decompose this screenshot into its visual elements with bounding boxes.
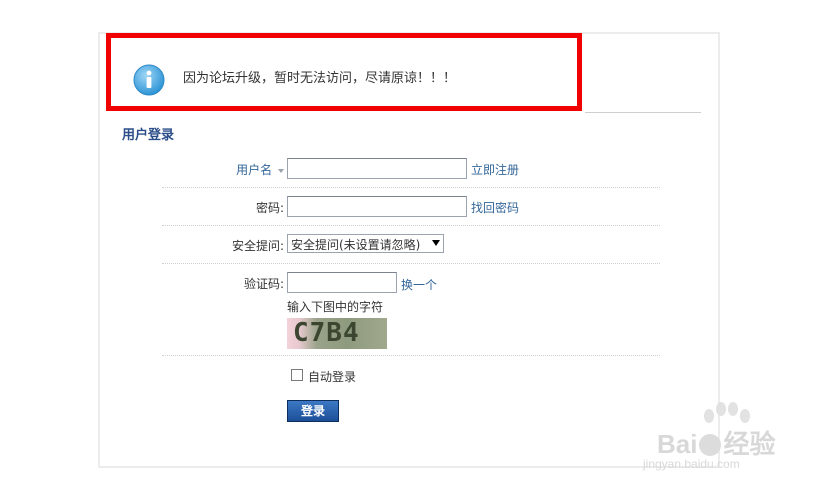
security-question-value: 安全提问(未设置请忽略) [291, 238, 421, 252]
login-button[interactable]: 登录 [287, 400, 339, 422]
chevron-down-icon [278, 168, 284, 173]
watermark-jingyan: 经验 [723, 429, 776, 459]
header-divider [585, 112, 701, 113]
captcha-image[interactable]: C7B4 [287, 318, 387, 349]
watermark-text: Bai 经验 [657, 424, 775, 461]
register-link[interactable]: 立即注册 [471, 161, 519, 178]
section-title: 用户登录 [122, 128, 175, 143]
info-icon [133, 64, 165, 96]
paw-circle-icon [699, 434, 722, 456]
maintenance-notice: 因为论坛升级，暂时无法访问，尽请原谅！！！ [106, 33, 582, 111]
username-input[interactable] [287, 158, 467, 179]
baidu-jingyan-watermark: Bai 经验 jingyan.baidu.com [639, 402, 791, 474]
captcha-refresh-link[interactable]: 换一个 [401, 276, 437, 293]
security-question-select[interactable]: 安全提问(未设置请忽略) [287, 234, 444, 253]
username-label-text: 用户名 [236, 163, 273, 177]
watermark-brand: Bai [657, 429, 698, 459]
row-divider [162, 263, 660, 264]
row-divider [162, 187, 660, 188]
row-divider [162, 355, 660, 356]
forgot-password-link[interactable]: 找回密码 [471, 199, 519, 216]
row-divider [162, 225, 660, 226]
dropdown-arrow-icon [432, 240, 440, 246]
password-label: 密码: [255, 201, 284, 215]
security-question-label: 安全提问: [231, 239, 284, 253]
autologin-checkbox[interactable] [291, 369, 303, 381]
captcha-label: 验证码: [243, 277, 284, 291]
captcha-hint: 输入下图中的字符 [287, 300, 384, 314]
autologin-label[interactable]: 自动登录 [308, 368, 356, 385]
username-label[interactable]: 用户名 [236, 161, 284, 178]
watermark-url: jingyan.baidu.com [643, 457, 740, 471]
captcha-input[interactable] [287, 272, 397, 293]
password-input[interactable] [287, 196, 467, 217]
notice-message: 因为论坛升级，暂时无法访问，尽请原谅！！！ [183, 71, 457, 86]
